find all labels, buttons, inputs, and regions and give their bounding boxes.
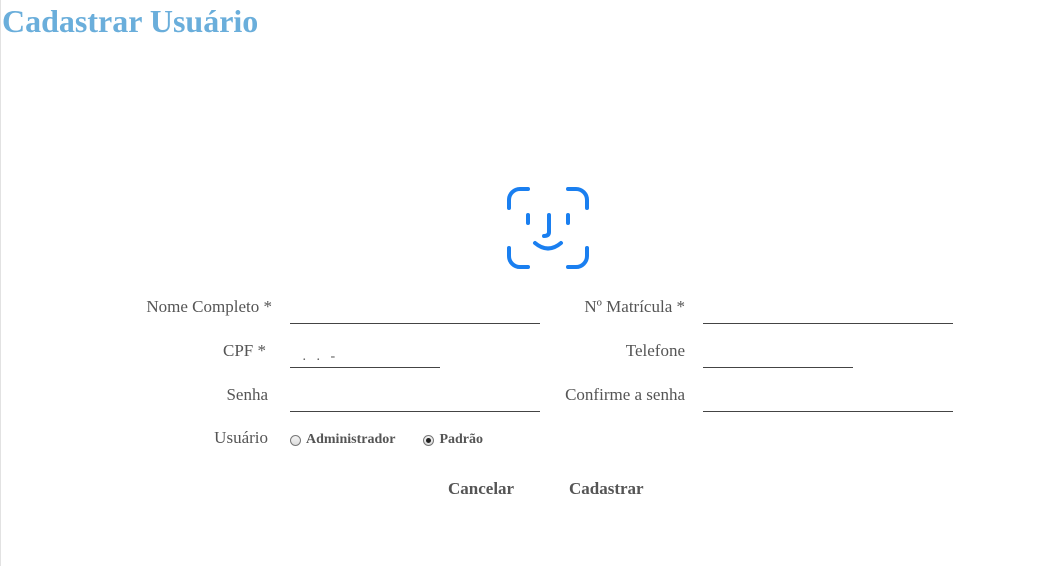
confirme-senha-label: Confirme a senha [565, 385, 685, 404]
radio-option-administrador[interactable]: Administrador [290, 432, 395, 448]
page-title: Cadastrar Usuário [2, 3, 259, 39]
matricula-input[interactable] [703, 302, 953, 324]
telefone-label: Telefone [625, 341, 685, 360]
telefone-input[interactable] [703, 346, 853, 368]
senha-input[interactable] [290, 390, 540, 412]
padrao-label: Padrão [439, 432, 484, 447]
cancel-button[interactable]: Cancelar [448, 479, 514, 499]
confirme-senha-input[interactable] [703, 390, 953, 412]
cpf-label: CPF * [223, 341, 266, 360]
administrador-radio[interactable] [290, 434, 301, 446]
usuario-label: Usuário [214, 428, 268, 447]
nome-completo-input[interactable] [290, 302, 540, 324]
cpf-input[interactable] [290, 346, 440, 368]
usuario-radio-group: Administrador Padrão [290, 432, 511, 448]
nome-completo-label: Nome Completo * [146, 297, 272, 316]
padrao-radio[interactable] [423, 434, 435, 446]
senha-label: Senha [226, 385, 268, 404]
radio-option-padrao[interactable]: Padrão [423, 432, 483, 448]
submit-button[interactable]: Cadastrar [569, 479, 644, 499]
face-id-icon [507, 187, 589, 269]
register-user-page: Cadastrar Usuário Nome Completo * Nº Mat… [0, 0, 1051, 566]
administrador-label: Administrador [306, 432, 396, 447]
matricula-label: Nº Matrícula * [584, 297, 685, 316]
